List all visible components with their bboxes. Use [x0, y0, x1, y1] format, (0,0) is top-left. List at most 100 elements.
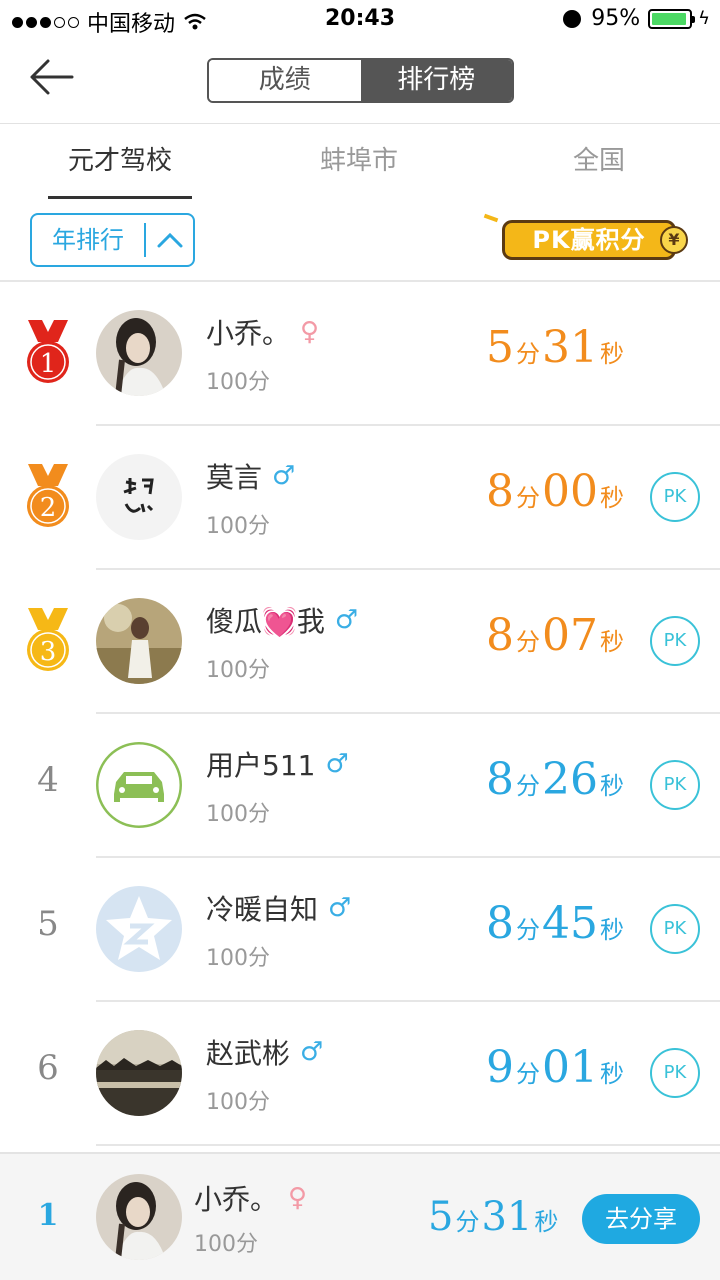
tab-city[interactable]: 蚌埠市 — [287, 125, 431, 201]
time-seconds: 26 — [542, 754, 598, 805]
time-sec-unit: 秒 — [600, 1060, 624, 1088]
battery-icon — [648, 8, 696, 29]
time-sec-unit: 秒 — [600, 340, 624, 368]
pk-button[interactable]: PK — [650, 760, 700, 810]
user-score: 100分 — [206, 514, 270, 539]
my-name-text: 小乔。 — [194, 1183, 279, 1216]
pk-button[interactable]: PK — [650, 472, 700, 522]
time-seconds: 00 — [542, 466, 598, 517]
time-min-unit: 分 — [516, 628, 540, 656]
time-min-unit: 分 — [516, 1060, 540, 1088]
female-icon: ♀ — [300, 317, 320, 347]
time-sec-unit: 秒 — [600, 628, 624, 656]
alarm-icon — [563, 9, 582, 28]
time-minutes: 8 — [486, 610, 514, 661]
exam-time: 8 分 45 秒 — [486, 898, 626, 949]
my-exam-time: 5 分 31 秒 — [428, 1194, 560, 1240]
segment-ranking[interactable]: 排行榜 — [360, 60, 512, 101]
user-name-text: 冷暖自知 — [206, 893, 319, 926]
rank-number: 6 — [37, 1048, 59, 1088]
avatar[interactable] — [96, 598, 182, 684]
status-right: 95% ϟ — [563, 6, 710, 31]
svg-text:1: 1 — [40, 349, 57, 379]
rank-number: 4 — [37, 760, 59, 800]
time-min-unit: 分 — [516, 916, 540, 944]
pk-button[interactable]: PK — [650, 1048, 700, 1098]
user-name-text: 莫言 — [206, 461, 263, 494]
avatar[interactable] — [96, 742, 182, 828]
avatar[interactable] — [96, 1030, 182, 1116]
my-score: 100分 — [194, 1232, 258, 1257]
user-score: 100分 — [206, 658, 270, 683]
time-sec-unit: 秒 — [600, 484, 624, 512]
user-name-text: 小乔。 — [206, 317, 291, 350]
tab-school[interactable]: 元才驾校 — [48, 125, 192, 201]
ranking-row[interactable]: 5 冷暖自知 ♂ 100分 8 分 45 秒 PK — [0, 858, 720, 1002]
time-seconds: 31 — [542, 322, 598, 373]
time-minutes: 8 — [486, 898, 514, 949]
svg-text:3: 3 — [40, 637, 57, 667]
ranking-row[interactable]: 1 小乔。 ♀ 100分 5 分 31 秒 — [0, 282, 720, 426]
avatar[interactable] — [96, 454, 182, 540]
exam-time: 8 分 26 秒 — [486, 754, 626, 805]
user-name-text: 赵武彬 — [206, 1037, 291, 1070]
user-score: 100分 — [206, 946, 270, 971]
time-sec-unit: 秒 — [600, 916, 624, 944]
exam-time: 8 分 07 秒 — [486, 610, 626, 661]
male-icon: ♂ — [272, 461, 296, 491]
user-name: 小乔。 ♀ — [206, 312, 319, 352]
ranking-row[interactable]: 4 用户511 ♂ 100分 8 分 26 秒 PK — [0, 714, 720, 858]
user-name: 赵武彬 ♂ — [206, 1032, 323, 1072]
row-separator — [96, 1144, 720, 1146]
period-filter[interactable]: 年排行 — [30, 213, 195, 267]
bronze-medal-icon: 3 — [27, 608, 69, 671]
time-min-unit: 分 — [455, 1208, 480, 1236]
time-sec-unit: 秒 — [534, 1208, 559, 1236]
exam-time: 8 分 00 秒 — [486, 466, 626, 517]
rank-number: 5 — [37, 904, 59, 944]
male-icon: ♂ — [325, 749, 349, 779]
ranking-row[interactable]: 2 莫言 ♂ 100分 8 分 00 秒 PK — [0, 426, 720, 570]
svg-text:2: 2 — [40, 493, 57, 523]
user-name: 冷暖自知 ♂ — [206, 888, 351, 928]
user-score: 100分 — [206, 370, 270, 395]
time-minutes: 5 — [486, 322, 514, 373]
user-score: 100分 — [206, 802, 270, 827]
time-sec-unit: 秒 — [600, 772, 624, 800]
time-minutes: 8 — [486, 466, 514, 517]
back-arrow-icon[interactable] — [28, 58, 74, 96]
sparkle-icon — [483, 213, 499, 223]
tab-national[interactable]: 全国 — [527, 125, 671, 201]
user-name-text: 傻瓜💓我 — [206, 605, 325, 638]
user-name-text: 用户511 — [206, 749, 316, 782]
time-min-unit: 分 — [516, 484, 540, 512]
time-minutes: 9 — [486, 1042, 514, 1093]
my-avatar[interactable] — [96, 1174, 182, 1260]
time-seconds: 07 — [542, 610, 598, 661]
segment-scores[interactable]: 成绩 — [209, 60, 361, 101]
gold-medal-icon: 1 — [27, 320, 69, 383]
silver-medal-icon: 2 — [27, 464, 69, 527]
pk-button[interactable]: PK — [650, 616, 700, 666]
ranking-row[interactable]: 6 赵武彬 ♂ 100分 9 分 01 秒 PK — [0, 1002, 720, 1146]
time-seconds: 31 — [481, 1194, 533, 1240]
ranking-row[interactable]: 3 傻瓜💓我 ♂ 100分 8 分 07 秒 PK — [0, 570, 720, 714]
time-min-unit: 分 — [516, 340, 540, 368]
nav-bar: 成绩 排行榜 — [0, 40, 720, 124]
user-name: 莫言 ♂ — [206, 456, 295, 496]
status-bar: 中国移动 20:43 95% ϟ — [0, 0, 720, 40]
avatar[interactable] — [96, 310, 182, 396]
my-rank-number: 1 — [37, 1198, 59, 1233]
share-button[interactable]: 去分享 — [582, 1194, 700, 1244]
male-icon: ♂ — [334, 605, 359, 635]
pk-button[interactable]: PK — [650, 904, 700, 954]
pk-points-banner[interactable]: PK赢积分 ¥ — [483, 212, 696, 264]
time-minutes: 5 — [428, 1194, 454, 1240]
my-rank-bar: 1 小乔。 ♀ 100分 5 分 31 秒 去分享 — [0, 1152, 720, 1280]
time-min-unit: 分 — [516, 772, 540, 800]
exam-time: 9 分 01 秒 — [486, 1042, 626, 1093]
period-filter-label: 年排行 — [32, 223, 146, 257]
avatar[interactable] — [96, 886, 182, 972]
scope-tabs: 元才驾校 蚌埠市 全国 — [0, 125, 720, 201]
coin-icon: ¥ — [660, 226, 688, 254]
